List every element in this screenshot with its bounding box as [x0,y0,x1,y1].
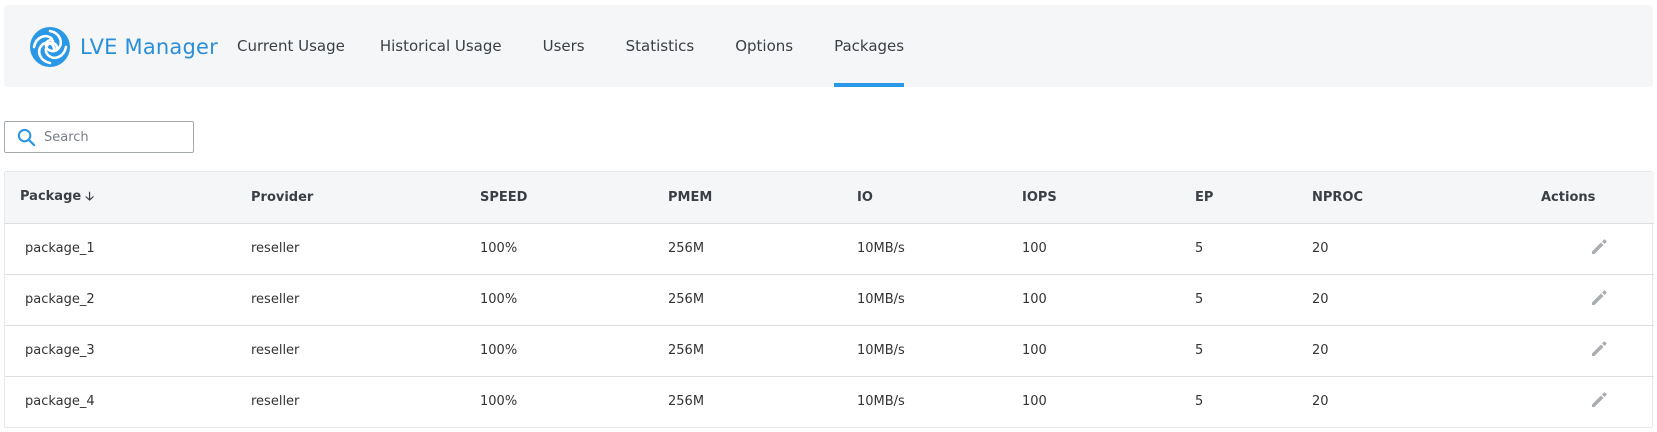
cell-package: package_2 [5,274,251,326]
cell-io: 10MB/s [857,223,1022,275]
cell-pmem: 256M [668,274,857,326]
cell-provider: reseller [251,274,480,326]
column-header-ep[interactable]: EP [1195,172,1312,224]
cell-speed: 100% [480,394,518,410]
tab-packages[interactable]: Packages [834,5,905,87]
tab-users[interactable]: Users [543,5,585,87]
app-title: LVE Manager [80,35,218,59]
pencil-icon[interactable] [1589,390,1609,410]
tab-current-usage[interactable]: Current Usage [237,5,345,87]
table-header-row: Package 🡣 Provider SPEED PMEM IO IOPS EP … [5,172,1654,224]
column-header-label: Package [20,188,82,204]
cell-actions [1509,223,1654,275]
cell-ep: 5 [1195,274,1312,326]
cell-iops: 100 [1022,394,1047,410]
cell-nproc: 20 [1312,274,1509,326]
tab-options[interactable]: Options [735,5,793,87]
cell-iops: 100 [1022,274,1195,326]
cell-provider: reseller [251,223,480,275]
cell-io: 10MB/s [857,274,1022,326]
cell-io: 10MB/s [857,325,1022,377]
search-input[interactable] [44,129,184,145]
cell-speed: 100% [480,274,668,326]
pencil-icon[interactable] [1589,288,1609,308]
search-icon [17,128,36,146]
search-box[interactable] [4,121,194,153]
column-header-io[interactable]: IO [857,172,1022,224]
cell-io: 10MB/s [857,394,905,410]
cell-speed: 100% [480,325,668,377]
column-header-provider[interactable]: Provider [251,172,480,224]
lve-logo-icon [30,27,70,67]
cell-pmem: 256M [668,223,857,275]
cell-speed: 100% [480,223,668,275]
cell-provider: reseller [251,325,480,377]
main-nav: Current Usage Historical Usage Users Sta… [234,5,905,87]
column-header-nproc[interactable]: NPROC [1312,172,1509,224]
table-row: package_4 reseller 100% 256M 10MB/s 100 … [5,376,1654,427]
arrow-down-icon: 🡣 [85,188,94,203]
cell-package: package_1 [5,223,251,275]
table-row: package_3 reseller 100% 256M 10MB/s 100 … [5,325,1654,377]
cell-package: package_4 [25,394,95,410]
column-header-pmem[interactable]: PMEM [668,172,857,224]
column-header-speed[interactable]: SPEED [480,172,668,224]
cell-ep: 5 [1195,223,1312,275]
table-row: package_1 reseller 100% 256M 10MB/s 100 … [5,223,1654,275]
pencil-icon[interactable] [1589,339,1609,359]
cell-nproc: 20 [1312,394,1329,410]
column-header-actions: Actions [1509,172,1654,224]
column-header-iops[interactable]: IOPS [1022,172,1195,224]
pencil-icon[interactable] [1589,237,1609,257]
table-row: package_2 reseller 100% 256M 10MB/s 100 … [5,274,1654,326]
tab-statistics[interactable]: Statistics [626,5,695,87]
cell-iops: 100 [1022,223,1195,275]
packages-table: Package 🡣 Provider SPEED PMEM IO IOPS EP … [4,171,1654,428]
cell-actions [1509,376,1654,427]
cell-actions [1509,325,1654,377]
cell-pmem: 256M [668,394,705,410]
column-header-package[interactable]: Package 🡣 [5,172,251,224]
tab-historical-usage[interactable]: Historical Usage [380,5,502,87]
cell-provider: reseller [251,394,300,410]
app-logo[interactable]: LVE Manager [28,25,218,69]
cell-nproc: 20 [1312,223,1509,275]
cell-nproc: 20 [1312,325,1509,377]
cell-ep: 5 [1195,325,1312,377]
cell-package: package_3 [5,325,251,377]
cell-actions [1509,274,1654,326]
cell-ep: 5 [1195,394,1204,410]
top-navbar: LVE Manager Current Usage Historical Usa… [4,5,1653,87]
cell-pmem: 256M [668,325,857,377]
cell-iops: 100 [1022,325,1195,377]
